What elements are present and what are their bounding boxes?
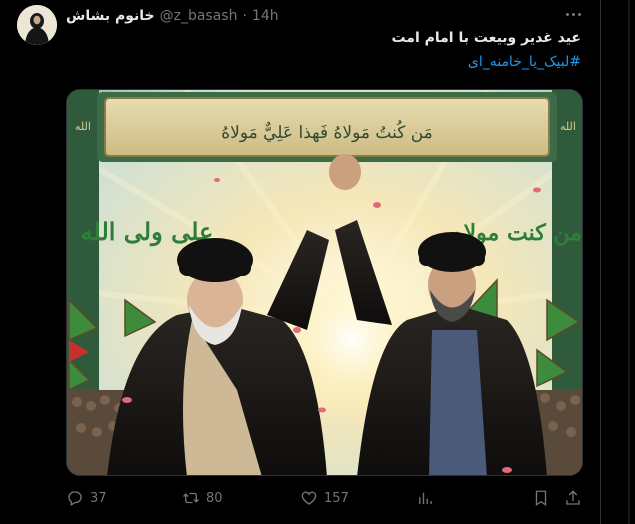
reply-count: 37 xyxy=(90,490,107,506)
flag-script-right: الله xyxy=(560,120,576,133)
views-icon xyxy=(419,492,432,504)
repost-icon xyxy=(183,492,199,504)
more-icon[interactable] xyxy=(560,4,586,24)
hashtag-link[interactable]: #لبیک_یا_خامنه_ای xyxy=(468,54,581,70)
views-button[interactable] xyxy=(416,486,434,510)
reply-button[interactable]: 37 xyxy=(66,486,107,510)
tweet-text: عید غدیر وبیعت با امام امت xyxy=(391,30,581,46)
like-count: 157 xyxy=(324,490,349,506)
like-button[interactable]: 157 xyxy=(300,486,349,510)
separator-dot: · xyxy=(242,8,247,24)
handle[interactable]: @z_basash xyxy=(160,8,238,24)
repost-count: 80 xyxy=(206,490,223,506)
tweet-card[interactable]: خانوم بشاش @z_basash · 14h عید غدیر وبیع… xyxy=(0,0,601,524)
scroll-divider xyxy=(628,0,630,524)
tweet-image[interactable]: الله الله مَن كُنتُ مَولاهُ فَهذا عَلِيٌ… xyxy=(66,89,583,476)
timestamp[interactable]: 14h xyxy=(252,8,279,24)
like-icon xyxy=(301,491,317,505)
avatar[interactable] xyxy=(17,5,57,45)
bookmark-icon xyxy=(535,490,547,507)
share-button[interactable] xyxy=(564,486,582,510)
action-bar: 37 80 157 xyxy=(66,486,586,510)
repost-button[interactable]: 80 xyxy=(182,486,223,510)
display-name[interactable]: خانوم بشاش xyxy=(66,8,155,24)
banner-text: مَن كُنتُ مَولاهُ فَهذا عَلِيٌّ مَولاهُ xyxy=(221,120,433,143)
flag-script-left: الله xyxy=(75,120,91,133)
tweet-header: خانوم بشاش @z_basash · 14h xyxy=(66,6,279,26)
bookmark-button[interactable] xyxy=(532,486,550,510)
share-icon xyxy=(566,490,580,505)
reply-icon xyxy=(68,491,82,506)
